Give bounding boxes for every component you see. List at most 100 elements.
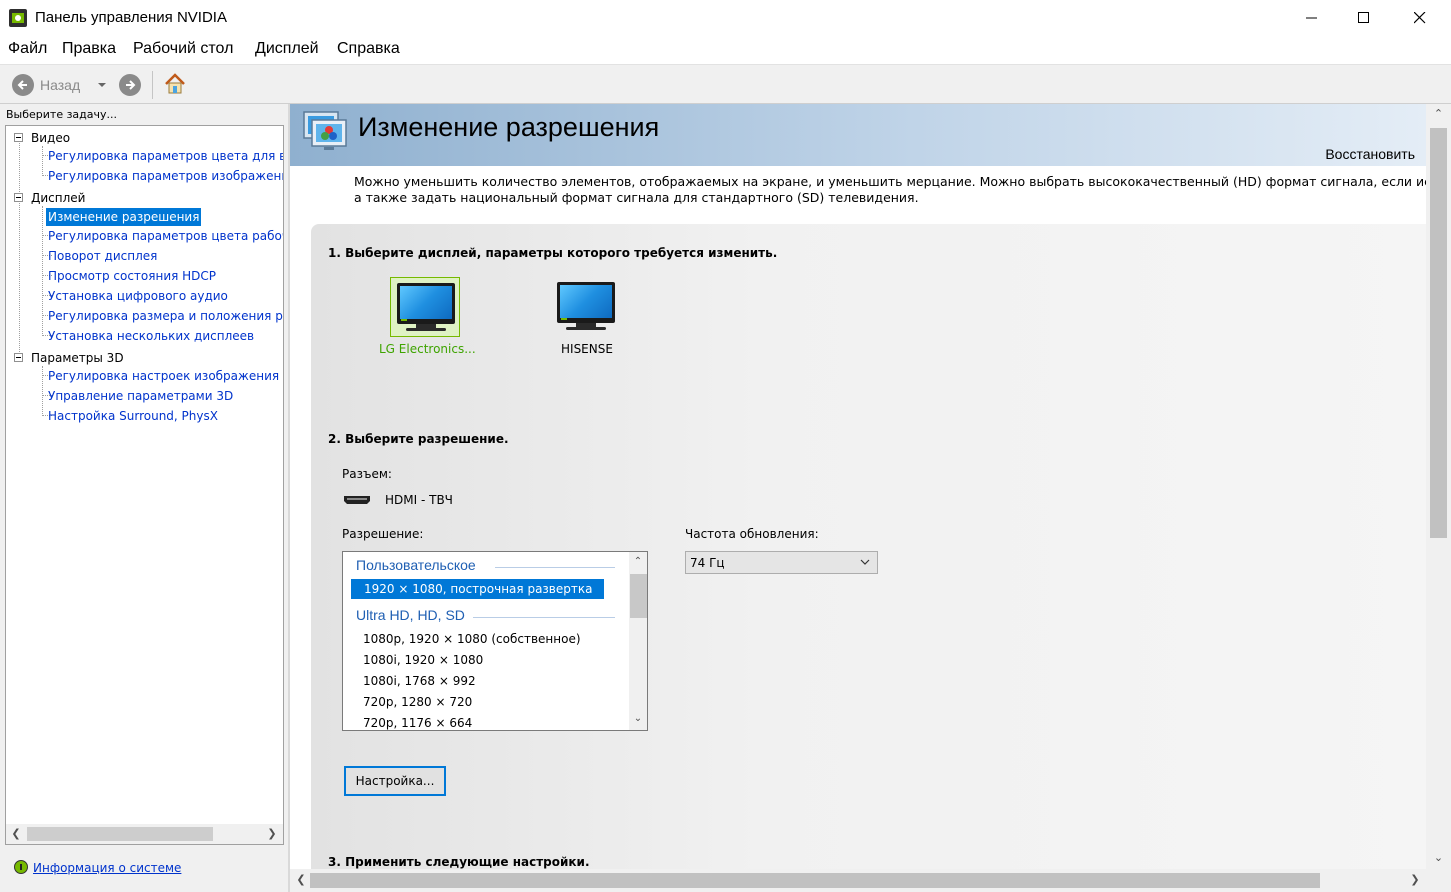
settings-area: 1. Выберите дисплей, параметры которого … [311,224,1429,892]
chevron-down-icon [860,559,870,565]
tree-category-3d[interactable]: Параметры 3D [31,351,124,365]
resolution-item[interactable]: 1080i, 1920 × 1080 [363,653,483,667]
menu-file[interactable]: Файл [8,40,47,58]
resolution-item[interactable]: 720p, 1176 × 664 [363,716,472,730]
scroll-thumb[interactable] [1430,128,1447,538]
menu-desktop[interactable]: Рабочий стол [133,40,233,58]
customize-button[interactable]: Настройка... [344,766,446,796]
restore-link[interactable]: Восстановить [1325,146,1415,162]
tree-item-multiple-displays[interactable]: Установка нескольких дисплеев [48,329,254,343]
system-info-link[interactable]: Информация о системе [33,861,181,875]
tree-item-video-color[interactable]: Регулировка параметров цвета для вид [48,149,283,163]
tree-line [42,206,43,336]
resolution-list[interactable]: Пользовательское 1920 × 1080, построчная… [342,551,648,731]
close-icon [1414,12,1426,24]
tree-item-rotate-display[interactable]: Поворот дисплея [48,249,157,263]
connector-value: HDMI - ТВЧ [385,493,453,507]
connector-label: Разъем: [342,467,392,481]
chevron-up-icon[interactable]: ⌃ [1426,104,1451,124]
expander-display[interactable] [14,193,23,202]
tree-item-3d-manage[interactable]: Управление параметрами 3D [48,389,233,403]
home-button[interactable] [163,72,187,96]
history-dropdown-icon[interactable] [98,83,106,87]
close-button[interactable] [1397,0,1443,36]
resolution-item[interactable]: 1080p, 1920 × 1080 (собственное) [363,632,581,646]
resolution-group-custom: Пользовательское [356,557,476,573]
menu-display[interactable]: Дисплей [255,40,319,58]
tree-line [42,366,43,416]
chevron-up-icon[interactable]: ⌃ [629,553,647,571]
scroll-right-icon[interactable]: ❯ [1406,871,1424,889]
display-settings-icon [302,110,348,154]
monitor-icon [397,283,455,324]
group-divider [473,617,615,618]
main-vertical-scrollbar[interactable]: ⌃ ⌄ [1426,104,1451,870]
expander-video[interactable] [14,133,23,142]
resolution-item[interactable]: 720p, 1280 × 720 [363,695,472,709]
scroll-thumb[interactable] [27,827,213,841]
expander-3d[interactable] [14,353,23,362]
tree-item-hdcp-status[interactable]: Просмотр состояния HDCP [48,269,216,283]
toolbar: Назад [0,64,1451,104]
main-horizontal-scrollbar[interactable]: ❮ ❯ [290,869,1451,892]
menu-help[interactable]: Справка [337,40,400,58]
resolution-item[interactable]: 1080i, 1768 × 992 [363,674,476,688]
display-lg[interactable] [390,277,460,337]
tree-category-video[interactable]: Видео [31,131,70,145]
resolution-item-selected[interactable]: 1920 × 1080, построчная развертка [351,579,604,599]
minimize-icon [1306,17,1317,19]
display-hisense[interactable] [551,277,621,337]
display-hisense-label[interactable]: HISENSE [561,342,613,356]
system-info-icon [14,860,28,874]
tree-item-surround-physx[interactable]: Настройка Surround, PhysX [48,409,218,423]
resolution-list-scrollbar[interactable]: ⌃ ⌄ [629,552,647,730]
scroll-right-icon[interactable]: ❯ [265,827,279,841]
minimize-button[interactable] [1289,0,1335,36]
chevron-down-icon[interactable]: ⌄ [1426,848,1451,868]
menu-edit[interactable]: Правка [62,40,116,58]
tree-category-display[interactable]: Дисплей [31,191,85,205]
scroll-left-icon[interactable]: ❮ [9,827,23,841]
page-title: Изменение разрешения [358,112,660,142]
tree-line [42,146,43,176]
back-button[interactable] [12,74,34,96]
resolution-label: Разрешение: [342,527,424,541]
maximize-button[interactable] [1341,0,1387,36]
tree-line [19,138,20,358]
nvidia-app-icon [9,9,27,27]
tree-horizontal-scrollbar[interactable]: ❮ ❯ [6,824,283,844]
arrow-right-icon [126,80,136,90]
title-bar: Панель управления NVIDIA [0,0,1451,36]
chevron-down-icon[interactable]: ⌄ [629,710,647,728]
tree-item-digital-audio[interactable]: Установка цифрового аудио [48,289,228,303]
maximize-icon [1358,12,1369,23]
toolbar-separator [152,71,153,99]
task-label: Выберите задачу... [6,108,118,121]
display-lg-label[interactable]: LG Electronics... [379,342,476,356]
refresh-rate-select[interactable]: 74 Гц [685,551,878,574]
step2-title: 2. Выберите разрешение. [328,432,509,446]
page-header: Изменение разрешения Восстановить [290,104,1427,166]
task-tree[interactable]: Видео Регулировка параметров цвета для в… [5,125,284,845]
resolution-group-uhd: Ultra HD, HD, SD [356,607,465,623]
group-divider [495,567,615,568]
back-label[interactable]: Назад [40,77,80,93]
tree-item-desktop-size[interactable]: Регулировка размера и положения рабо [48,309,283,323]
tree-item-3d-image[interactable]: Регулировка настроек изображения с п [48,369,283,383]
description-line-2: а также задать национальный формат сигна… [354,189,919,205]
tree-item-change-resolution[interactable]: Изменение разрешения [46,208,202,226]
description-line-1: Можно уменьшить количество элементов, от… [354,174,1434,189]
refresh-rate-label: Частота обновления: [685,527,819,541]
tree-item-video-image[interactable]: Регулировка параметров изображения д [48,169,283,183]
arrow-left-icon [17,80,27,90]
window-title: Панель управления NVIDIA [35,9,227,26]
customize-button-label: Настройка... [355,774,435,788]
step3-title: 3. Применить следующие настройки. [328,855,590,869]
home-icon [165,73,185,94]
scroll-thumb[interactable] [310,873,1320,888]
forward-button[interactable] [119,74,141,96]
scroll-thumb[interactable] [630,574,647,618]
tree-item-desktop-color[interactable]: Регулировка параметров цвета рабочег [48,229,283,243]
scroll-left-icon[interactable]: ❮ [292,871,310,889]
monitor-icon [557,282,615,323]
